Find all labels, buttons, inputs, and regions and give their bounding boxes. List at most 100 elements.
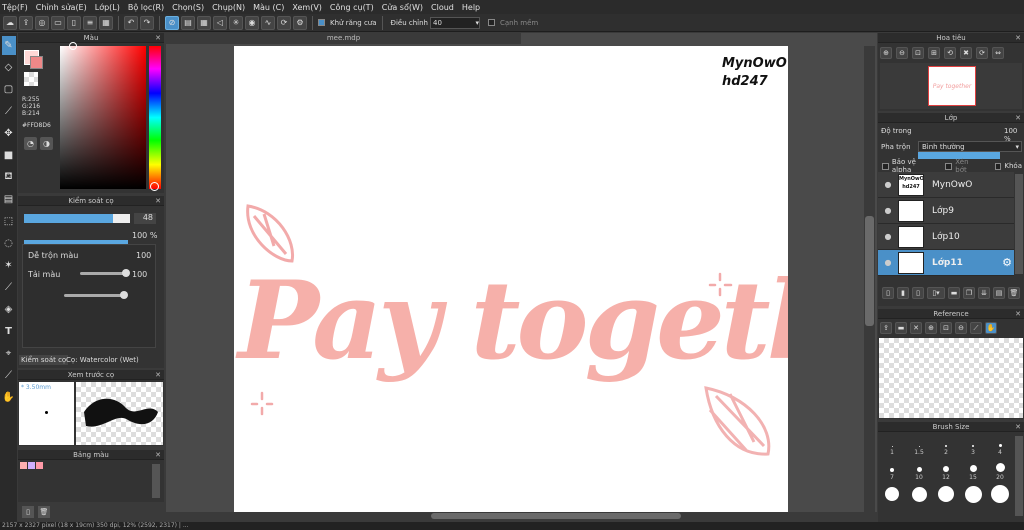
menu-cloud[interactable]: Cloud — [431, 3, 454, 12]
snap-settings-icon[interactable]: ⚙ — [293, 15, 307, 30]
brush-size-cell[interactable] — [933, 484, 959, 506]
menu-window[interactable]: Cửa sổ(W) — [382, 3, 423, 12]
merge-down-icon[interactable]: ⇊ — [978, 287, 990, 299]
transparent-color-swatch[interactable] — [24, 72, 38, 86]
mix-slider[interactable] — [80, 269, 130, 277]
ref-hand-icon[interactable]: ✋ — [985, 322, 997, 334]
fit-icon[interactable]: ⊡ — [912, 47, 924, 59]
brush-size-cell[interactable]: 1 — [879, 434, 905, 456]
rotate-left-icon[interactable]: ⟲ — [944, 47, 956, 59]
select-pen-tool-icon[interactable]: ⟋ — [2, 278, 16, 297]
lasso-tool-icon[interactable]: ◌ — [2, 234, 16, 253]
hand-tool-icon[interactable]: ✋ — [2, 388, 16, 407]
layer-scrollbar[interactable] — [1015, 174, 1023, 274]
delete-layer-icon[interactable]: 🗑 — [1008, 287, 1020, 299]
color-mix-icon[interactable]: ◑ — [40, 137, 53, 150]
rotate-right-icon[interactable]: ⟳ — [976, 47, 988, 59]
menu-select[interactable]: Chọn(S) — [172, 3, 204, 12]
move-tool-icon[interactable]: ✥ — [2, 124, 16, 143]
layer-list-icon[interactable]: ≡ — [83, 15, 97, 30]
duplicate-layer-icon[interactable]: ❐ — [963, 287, 975, 299]
panel-close-icon[interactable]: ✕ — [1015, 33, 1021, 43]
layer-item[interactable]: ● Lớp9 — [878, 198, 1014, 224]
soft-edge-checkbox[interactable] — [488, 19, 495, 26]
grid-snap-icon[interactable]: ▦ — [197, 15, 211, 30]
brush-size-cell[interactable]: 20 — [987, 459, 1013, 481]
no-snap-icon[interactable]: ⊘ — [165, 15, 179, 30]
layer-item[interactable]: ● MynOwO hd247 MynOwO — [878, 172, 1014, 198]
menu-edit[interactable]: Chỉnh sửa(E) — [36, 3, 87, 12]
redo-icon[interactable]: ↷ — [140, 15, 154, 30]
document-tab[interactable]: mee.mdp — [166, 33, 521, 44]
eyedropper-tool-icon[interactable]: ⟋ — [2, 366, 16, 385]
brush-tool-icon[interactable]: ✎ — [1, 36, 16, 55]
ref-eyedropper-icon[interactable]: ⟋ — [970, 322, 982, 334]
antialias-checkbox[interactable] — [318, 19, 325, 26]
brush-size-scrollbar[interactable] — [1015, 436, 1023, 516]
panel-close-icon[interactable]: ✕ — [155, 196, 161, 206]
panel-close-icon[interactable]: ✕ — [155, 33, 161, 43]
gear-icon[interactable]: ⚙ — [1002, 256, 1012, 269]
bucket-tool-icon[interactable]: ⛾ — [2, 168, 16, 187]
new-palette-icon[interactable]: ▯ — [22, 506, 34, 518]
perspective-snap-icon[interactable]: ◁ — [213, 15, 227, 30]
background-color-swatch[interactable] — [30, 56, 43, 69]
actual-size-icon[interactable]: ⊞ — [928, 47, 940, 59]
radial-snap-icon[interactable]: ✳ — [229, 15, 243, 30]
protect-alpha-checkbox[interactable] — [882, 162, 889, 170]
page-icon[interactable]: ▯ — [67, 15, 81, 30]
brush-size-cell[interactable] — [987, 484, 1013, 506]
navigator-preview[interactable]: Pay together — [880, 63, 1022, 109]
layer-item[interactable]: ● Lớp10 — [878, 224, 1014, 250]
menu-filter[interactable]: Bộ lọc(R) — [128, 3, 164, 12]
comment-icon[interactable]: ▭ — [51, 15, 65, 30]
horizontal-scrollbar[interactable] — [166, 512, 877, 520]
panel-close-icon[interactable]: ✕ — [1015, 422, 1021, 432]
add-layer-menu-icon[interactable]: ▯▾ — [927, 287, 945, 299]
brush-size-cell[interactable]: 10 — [906, 459, 932, 481]
flip-icon[interactable]: ⇔ — [992, 47, 1004, 59]
brush-size-cell[interactable]: 15 — [960, 459, 986, 481]
ref-fit-icon[interactable]: ⊡ — [940, 322, 952, 334]
ref-zoom-in-icon[interactable]: ⊕ — [925, 322, 937, 334]
tab-brush-control[interactable]: Kiểm soát cọ — [19, 355, 69, 365]
eye-icon[interactable]: ● — [878, 180, 898, 189]
open-folder-icon[interactable]: ▬ — [895, 322, 907, 334]
chat-icon[interactable]: ◎ — [35, 15, 49, 30]
zoom-out-icon[interactable]: ⊖ — [896, 47, 908, 59]
grid-icon[interactable]: ▦ — [99, 15, 113, 30]
panel-close-icon[interactable]: ✕ — [1015, 309, 1021, 319]
undo-icon[interactable]: ↶ — [124, 15, 138, 30]
gradient-tool-icon[interactable]: ▤ — [2, 190, 16, 209]
palette-icon[interactable]: ◔ — [24, 137, 37, 150]
eye-icon[interactable]: ● — [878, 206, 898, 215]
brush-size-cell[interactable]: 7 — [879, 459, 905, 481]
close-reference-icon[interactable]: ✕ — [910, 322, 922, 334]
zoom-in-icon[interactable]: ⊕ — [880, 47, 892, 59]
brush-size-cell[interactable]: 2 — [933, 434, 959, 456]
reference-view[interactable] — [879, 338, 1023, 418]
export-icon[interactable]: ⇪ — [19, 15, 33, 30]
brush-size-cell[interactable]: 3 — [960, 434, 986, 456]
brush-size-cell[interactable] — [960, 484, 986, 506]
adjust-select[interactable]: 40 ▾ — [430, 16, 480, 29]
panel-close-icon[interactable]: ✕ — [155, 370, 161, 380]
rect-tool-icon[interactable]: ▢ — [2, 80, 16, 99]
horizontal-scroll-thumb[interactable] — [431, 513, 681, 519]
load-slider[interactable] — [64, 291, 128, 299]
cloud-icon[interactable]: ☁ — [3, 15, 17, 30]
fill-rect-tool-icon[interactable]: ■ — [2, 146, 16, 165]
eye-icon[interactable]: ● — [878, 232, 898, 241]
blend-select[interactable]: Bình thường ▾ — [918, 141, 1022, 152]
lock-checkbox[interactable] — [994, 162, 1002, 170]
upload-icon[interactable]: ⇪ — [880, 322, 892, 334]
menu-layer[interactable]: Lớp(L) — [95, 3, 120, 12]
panel-close-icon[interactable]: ✕ — [1015, 113, 1021, 123]
palette-scrollbar[interactable] — [152, 464, 160, 498]
brush-size-cell[interactable] — [879, 484, 905, 506]
curve-snap-icon[interactable]: ∿ — [261, 15, 275, 30]
saturation-value-picker[interactable] — [60, 46, 146, 189]
new-layer-icon[interactable]: ▯ — [882, 287, 894, 299]
reset-rotate-icon[interactable]: ✖ — [960, 47, 972, 59]
layer-item-selected[interactable]: ● Lớp11 ⚙ — [878, 250, 1014, 276]
